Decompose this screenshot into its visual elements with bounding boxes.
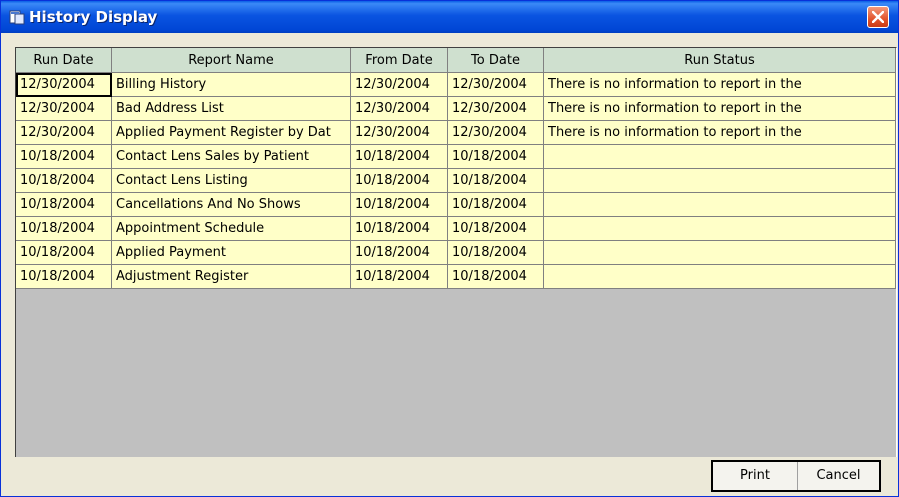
table-row[interactable]: 12/30/2004 Bad Address List 12/30/2004 12/3… bbox=[16, 97, 896, 121]
column-header-run-status[interactable]: Run Status bbox=[544, 48, 896, 73]
cancel-button[interactable]: Cancel bbox=[798, 462, 879, 490]
cell-run-status[interactable] bbox=[544, 169, 896, 193]
cell-run-status[interactable]: There is no information to report in the bbox=[544, 121, 896, 145]
column-header-to-date[interactable]: To Date bbox=[448, 48, 544, 73]
table-row[interactable]: 10/18/2004 Adjustment Register 10/18/2004 1… bbox=[16, 265, 896, 289]
cell-from-date[interactable]: 10/18/2004 bbox=[351, 193, 448, 217]
table-row[interactable]: 10/18/2004 Contact Lens Sales by Patient 1… bbox=[16, 145, 896, 169]
cell-run-status[interactable] bbox=[544, 145, 896, 169]
cell-run-status[interactable] bbox=[544, 265, 896, 289]
close-icon bbox=[872, 11, 884, 23]
cell-from-date[interactable]: 12/30/2004 bbox=[351, 121, 448, 145]
cell-run-status[interactable] bbox=[544, 193, 896, 217]
history-grid[interactable]: Run Date Report Name From Date To Date R… bbox=[15, 47, 897, 457]
cell-run-date[interactable]: 12/30/2004 bbox=[16, 121, 112, 145]
cell-run-date[interactable]: 10/18/2004 bbox=[16, 145, 112, 169]
cell-report-name[interactable]: Adjustment Register bbox=[112, 265, 351, 289]
cell-report-name[interactable]: Bad Address List bbox=[112, 97, 351, 121]
cell-to-date[interactable]: 10/18/2004 bbox=[448, 265, 544, 289]
empty-grid-area bbox=[16, 289, 896, 457]
title-bar[interactable]: History Display bbox=[1, 1, 898, 33]
cell-run-date[interactable]: 12/30/2004 bbox=[16, 97, 112, 121]
column-header-run-date[interactable]: Run Date bbox=[16, 48, 112, 73]
column-header-from-date[interactable]: From Date bbox=[351, 48, 448, 73]
cell-from-date[interactable]: 10/18/2004 bbox=[351, 145, 448, 169]
cell-to-date[interactable]: 12/30/2004 bbox=[448, 97, 544, 121]
cell-run-date[interactable]: 10/18/2004 bbox=[16, 217, 112, 241]
cell-from-date[interactable]: 12/30/2004 bbox=[351, 97, 448, 121]
cell-to-date[interactable]: 10/18/2004 bbox=[448, 145, 544, 169]
cell-from-date[interactable]: 10/18/2004 bbox=[351, 265, 448, 289]
cell-run-status[interactable] bbox=[544, 241, 896, 265]
cell-to-date[interactable]: 10/18/2004 bbox=[448, 193, 544, 217]
table-row[interactable]: 10/18/2004 Applied Payment 10/18/2004 10/18… bbox=[16, 241, 896, 265]
cell-from-date[interactable]: 10/18/2004 bbox=[351, 217, 448, 241]
table-row[interactable]: 12/30/2004 Billing History 12/30/2004 12/30… bbox=[16, 73, 896, 97]
table-row[interactable]: 10/18/2004 Contact Lens Listing 10/18/2004… bbox=[16, 169, 896, 193]
cell-from-date[interactable]: 10/18/2004 bbox=[351, 241, 448, 265]
cell-run-status[interactable] bbox=[544, 217, 896, 241]
print-button[interactable]: Print bbox=[713, 462, 798, 490]
cell-to-date[interactable]: 10/18/2004 bbox=[448, 217, 544, 241]
cell-report-name[interactable]: Billing History bbox=[112, 73, 351, 97]
cell-from-date[interactable]: 10/18/2004 bbox=[351, 169, 448, 193]
cell-run-date[interactable]: 10/18/2004 bbox=[16, 193, 112, 217]
close-button[interactable] bbox=[867, 6, 889, 28]
table-row[interactable]: 10/18/2004 Cancellations And No Shows 10/1… bbox=[16, 193, 896, 217]
cell-report-name[interactable]: Applied Payment Register by Dat bbox=[112, 121, 351, 145]
cell-report-name[interactable]: Contact Lens Listing bbox=[112, 169, 351, 193]
button-group: Print Cancel bbox=[711, 460, 881, 492]
cell-report-name[interactable]: Contact Lens Sales by Patient bbox=[112, 145, 351, 169]
cell-to-date[interactable]: 10/18/2004 bbox=[448, 169, 544, 193]
cell-report-name[interactable]: Cancellations And No Shows bbox=[112, 193, 351, 217]
window-title: History Display bbox=[29, 8, 158, 26]
cell-run-date[interactable]: 10/18/2004 bbox=[16, 265, 112, 289]
cell-run-status[interactable]: There is no information to report in the bbox=[544, 73, 896, 97]
cell-to-date[interactable]: 12/30/2004 bbox=[448, 121, 544, 145]
cell-run-date[interactable]: 12/30/2004 bbox=[16, 73, 112, 97]
cell-from-date[interactable]: 12/30/2004 bbox=[351, 73, 448, 97]
history-display-window: History Display Run Date Report Name Fro… bbox=[0, 0, 899, 497]
column-header-report-name[interactable]: Report Name bbox=[112, 48, 351, 73]
table-row[interactable]: 12/30/2004 Applied Payment Register by Da… bbox=[16, 121, 896, 145]
cell-to-date[interactable]: 10/18/2004 bbox=[448, 241, 544, 265]
cell-report-name[interactable]: Appointment Schedule bbox=[112, 217, 351, 241]
cell-to-date[interactable]: 12/30/2004 bbox=[448, 73, 544, 97]
cell-run-date[interactable]: 10/18/2004 bbox=[16, 169, 112, 193]
window-icon bbox=[9, 9, 25, 25]
table-row[interactable]: 10/18/2004 Appointment Schedule 10/18/2004… bbox=[16, 217, 896, 241]
cell-run-date[interactable]: 10/18/2004 bbox=[16, 241, 112, 265]
cell-report-name[interactable]: Applied Payment bbox=[112, 241, 351, 265]
grid-header: Run Date Report Name From Date To Date R… bbox=[16, 48, 896, 73]
cell-run-status[interactable]: There is no information to report in the bbox=[544, 97, 896, 121]
